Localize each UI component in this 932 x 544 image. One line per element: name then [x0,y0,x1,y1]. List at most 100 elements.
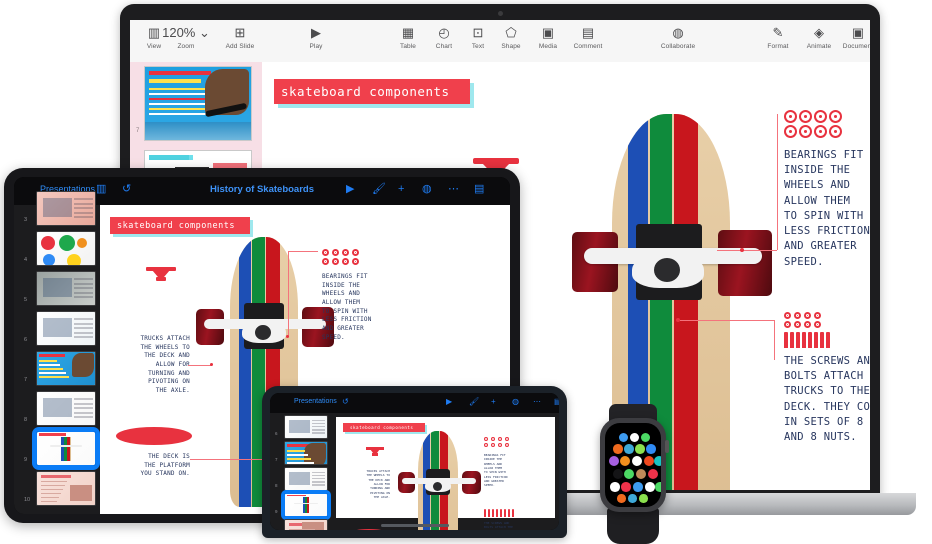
iphone-slide-thumbnail[interactable] [284,467,328,491]
iphone-slide-thumbnail[interactable] [281,490,331,520]
slide-title[interactable]: skateboard components [274,79,470,104]
maps-app[interactable] [624,444,634,454]
wallet-app[interactable] [654,456,661,466]
weather-app[interactable] [619,433,628,442]
bearing-glyph [332,258,339,265]
ipad-slide-title[interactable]: skateboard components [110,217,250,234]
iphone-slide-canvas[interactable]: skateboard components TRUCKS ATTACH THE … [332,413,559,530]
leader-line-bearings [717,250,777,251]
mac-slide-thumbnail[interactable] [144,66,252,141]
heart-app[interactable] [648,469,658,479]
ipad-slide-thumbnail[interactable] [36,191,96,226]
watch-digital-crown[interactable] [665,440,669,453]
bolt-glyph [508,509,510,517]
calendar-app[interactable] [630,433,639,442]
mac-toolbar-zoom[interactable]: 120% ⌄ Zoom [159,24,213,51]
undo-icon[interactable]: ↺ [342,397,349,407]
bearing-glyph [784,110,797,123]
more-icon[interactable]: ⋯ [533,397,541,407]
deck-icon [348,529,390,530]
ipad-slide-thumbnail[interactable] [36,351,96,386]
bolt-glyph [802,332,806,348]
ipad-slide-number: 10 [24,497,31,503]
iphone-slide-thumbnail[interactable] [284,519,328,530]
format-brush-icon[interactable]: 🖌 [372,183,386,196]
apple-watch-device [594,404,672,544]
insert-icon[interactable]: + [398,183,404,196]
bearing-glyph [484,437,488,441]
collaborate-icon[interactable]: ◍ [422,183,432,196]
collaborate-icon[interactable]: ◍ [512,397,519,407]
bearing-glyph [505,443,509,447]
ipad-slide-thumbnail[interactable] [36,311,96,346]
ipad-slide-thumbnail[interactable] [32,427,100,470]
weather-app[interactable] [633,482,643,492]
mac-toolbar-play[interactable]: ▶ Play [289,24,343,51]
sidebar-icon[interactable]: ▥ [96,183,106,196]
watch-screen[interactable] [605,423,661,507]
collaborate-icon: ◍ [672,25,684,40]
mac-toolbar-comment[interactable]: ▤ Comment [561,24,615,51]
photos-app[interactable] [610,482,620,492]
settings-app[interactable] [632,456,642,466]
ipad-slide-thumbnail[interactable] [36,391,96,426]
contacts-app[interactable] [636,469,646,479]
maps-app[interactable] [628,494,637,503]
world-clock-app[interactable] [620,456,630,466]
fitness-app[interactable] [613,469,623,479]
iphone-slide-number: 8 [275,483,278,488]
bearing-glyph [799,125,812,138]
callout-dot [210,363,213,366]
mac-toolbar-add-slide[interactable]: ⊞ Add Slide [213,24,267,51]
format-brush-icon[interactable]: 🖌 [469,397,479,407]
activity-app[interactable] [644,456,654,466]
messages-app[interactable] [624,469,634,479]
bolt-glyph [790,332,794,348]
document-icon[interactable]: ▤ [554,397,559,407]
ipad-slide-thumbnail[interactable] [36,231,96,266]
iphone-device: Presentations ↺▶🖌+◍⋯▤ 678910+ skateboard… [262,386,567,538]
mac-slide-number: 7 [136,128,140,134]
bearing-glyph [491,437,495,441]
leader-line-deck [190,459,268,460]
play-icon[interactable]: ▶ [446,397,452,407]
iphone-slide-number: 6 [275,431,278,436]
watch-band-bottom [607,508,659,544]
callout-bearings-text: BEARINGS FIT INSIDE THE WHEELS AND ALLOW… [484,453,508,488]
callout-screws-text: THE SCREWS AND BOLTS ATTACH THE TRUCKS T… [784,355,870,444]
iphone-slide-navigator[interactable]: 678910+ [270,413,332,530]
bolt-glyph [488,509,490,517]
mac-toolbar-document[interactable]: ▣ Document [831,24,870,51]
mac-toolbar-label: Collaborate [660,43,696,50]
iphone-slide-number: 9 [275,509,278,514]
undo-icon[interactable]: ↺ [122,183,131,196]
iphone-back-link[interactable]: Presentations [294,398,337,405]
compass-app[interactable] [617,494,626,503]
compass-app[interactable] [613,444,623,454]
insert-icon[interactable]: + [491,397,496,407]
music-app[interactable] [621,482,631,492]
ipad-slide-thumbnail[interactable] [36,471,96,506]
document-icon[interactable]: ▤ [474,183,484,196]
mac-toolbar-collaborate[interactable]: ◍ Collaborate [651,24,705,51]
iphone-slide-thumbnail[interactable] [284,415,328,439]
bolt-glyph [492,509,494,517]
bearing-glyph [804,312,811,319]
mail-app[interactable] [646,444,656,454]
bearing-glyph [814,110,827,123]
podcasts-app[interactable] [609,456,619,466]
calendar-app[interactable] [645,482,655,492]
phone-app[interactable] [641,433,650,442]
ipad-slide-thumbnail[interactable] [36,271,96,306]
workout-app[interactable] [635,444,645,454]
more-icon[interactable]: ⋯ [448,183,459,196]
play-icon[interactable]: ▶ [346,183,354,196]
bearing-glyph [794,321,801,328]
iphone-home-indicator [380,524,449,527]
iphone-slide-thumbnail[interactable] [284,441,328,465]
document-icon: ▣ [851,25,865,40]
phone-app[interactable] [655,482,661,492]
workout-app[interactable] [639,494,648,503]
ipad-slide-navigator[interactable]: 345678910+ [14,191,100,514]
play-icon: ▶ [311,25,321,40]
